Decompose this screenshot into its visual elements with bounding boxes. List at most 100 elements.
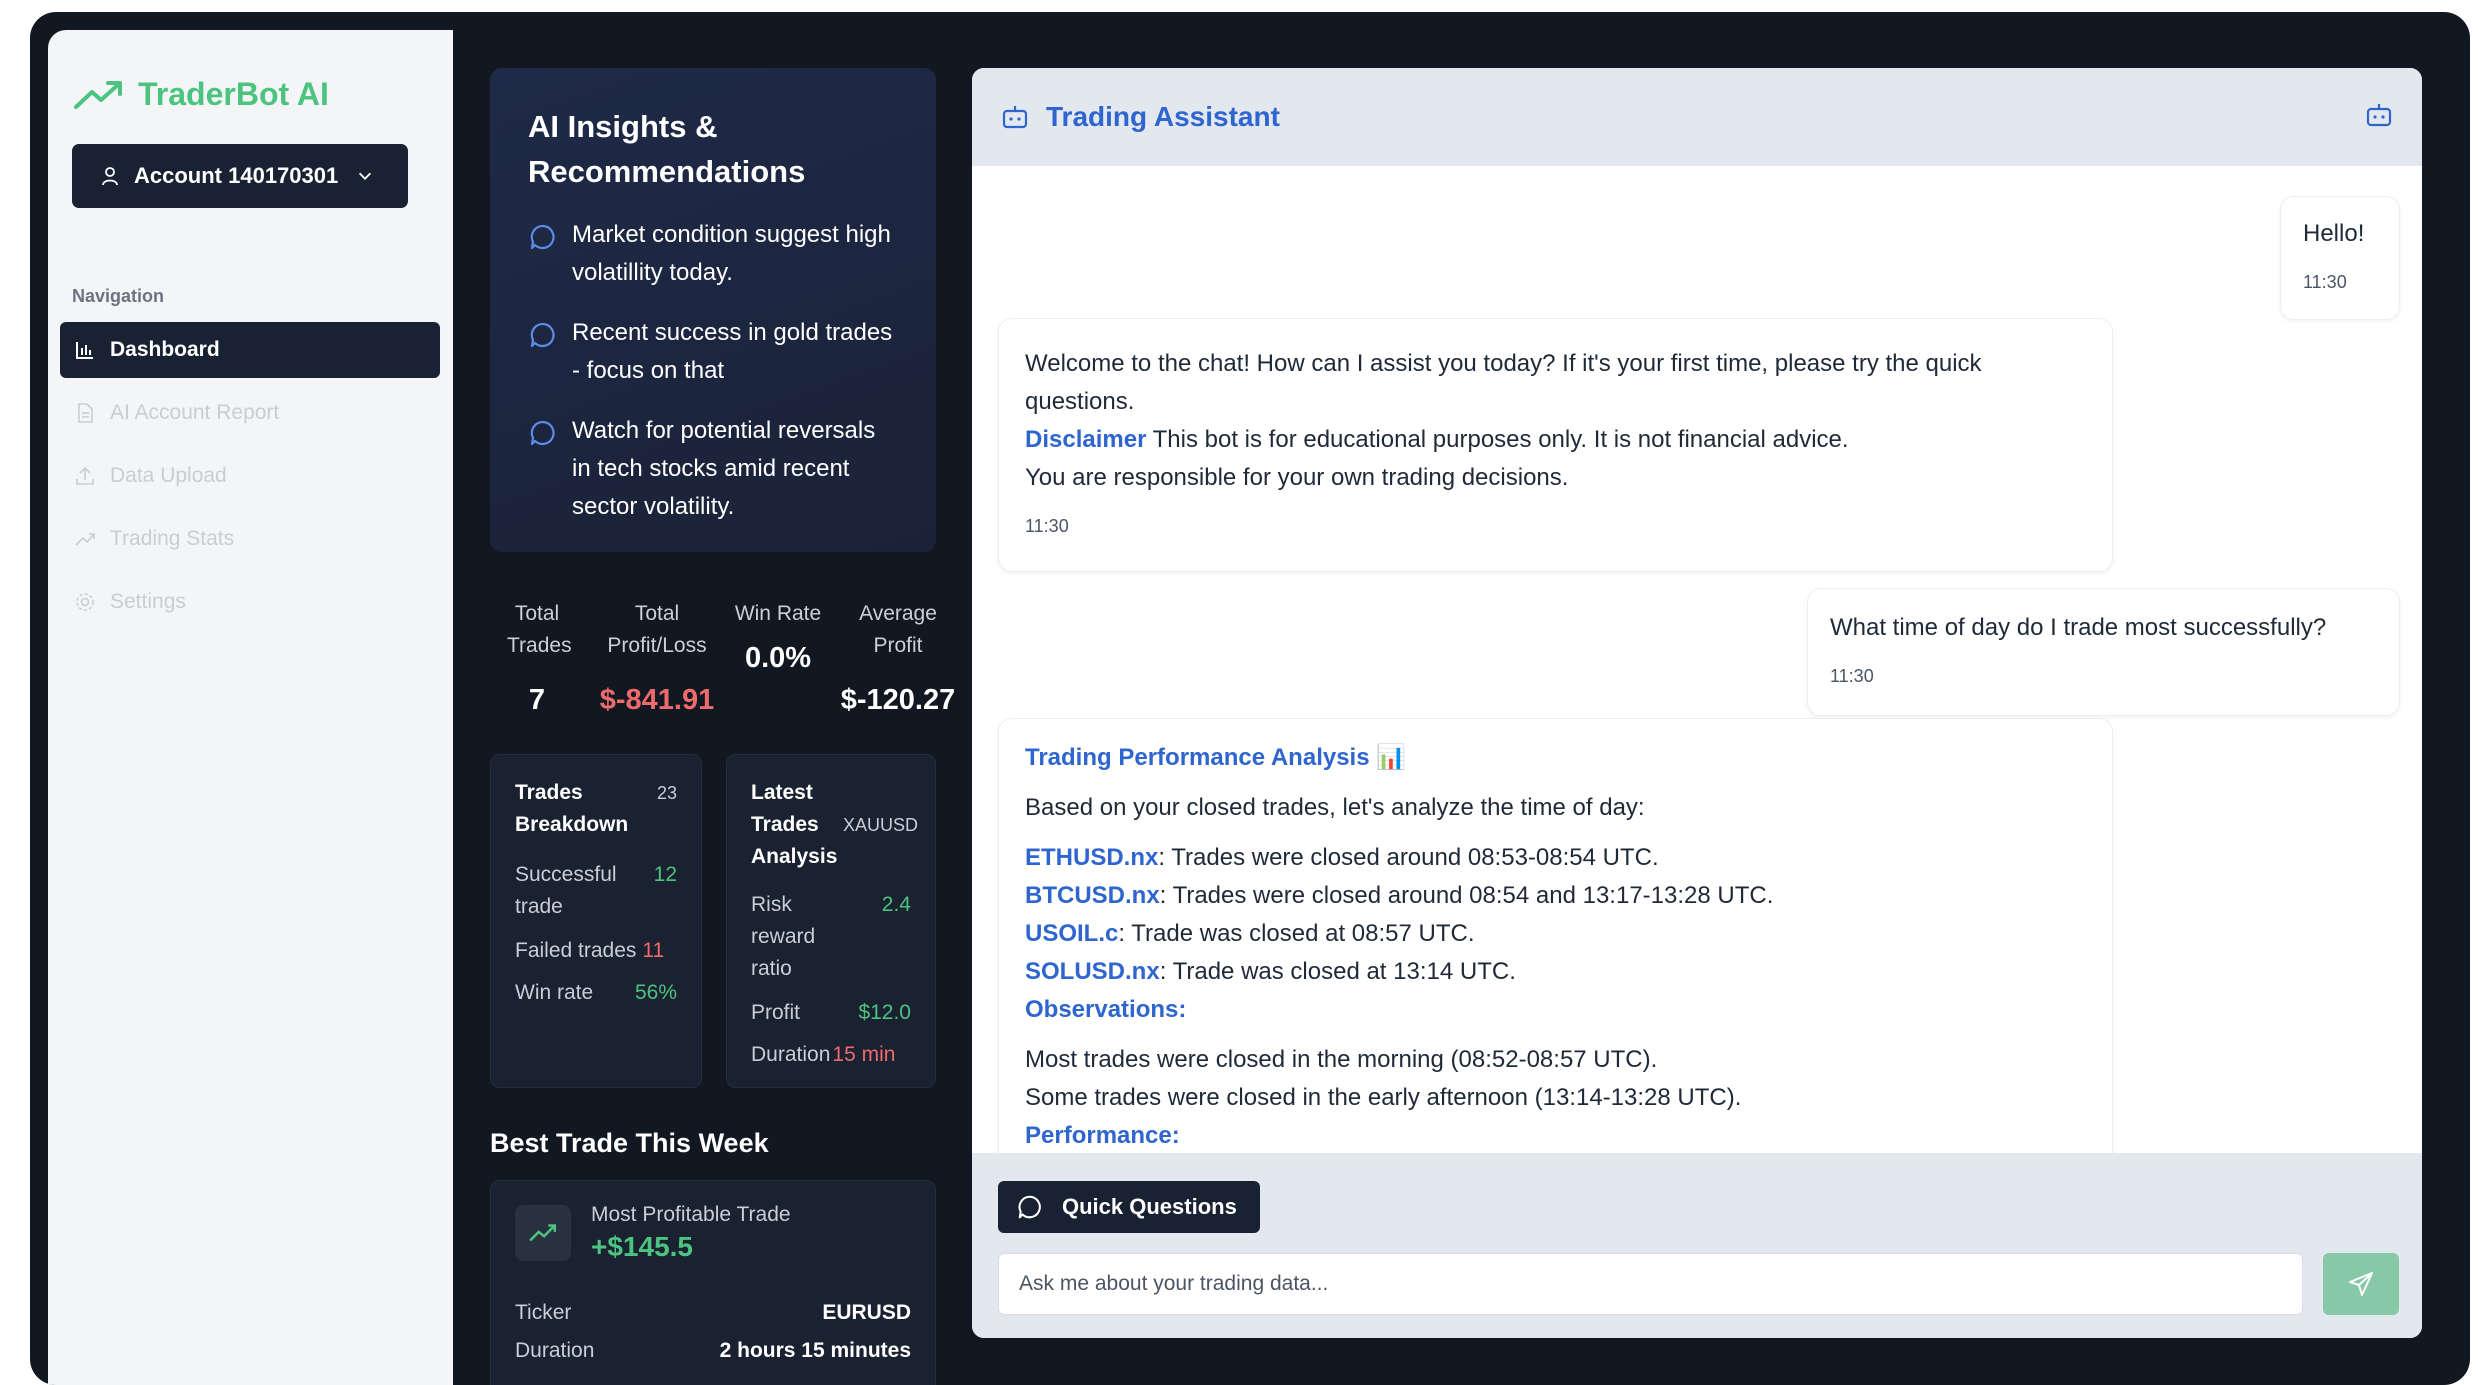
sidebar: TraderBot AI Account 140170301 Navigatio… — [48, 30, 453, 1385]
duration-value: 15 min — [832, 1043, 896, 1066]
user-message: What time of day do I trade most success… — [1807, 588, 2400, 716]
sidebar-item-data-upload[interactable]: Data Upload — [60, 448, 440, 504]
latest-ticker: XAUUSD — [843, 814, 919, 835]
trending-up-icon — [529, 1224, 557, 1242]
best-trade-value: +$145.5 — [591, 1231, 693, 1262]
message-circle-icon — [530, 420, 555, 446]
brand[interactable]: TraderBot AI — [74, 76, 329, 113]
stat-value: 7 — [528, 684, 546, 716]
profit-label: Profit — [751, 1001, 801, 1024]
trading-assistant-panel: Trading Assistant Hello! 11:30 Welcome t… — [972, 68, 2422, 1338]
bot-menu-button[interactable] — [2364, 100, 2394, 135]
ticker-link[interactable]: SOLUSD.nx — [1025, 958, 1160, 985]
nav-heading: Navigation — [72, 286, 165, 306]
failed-value: 11 — [642, 939, 665, 962]
brand-name: TraderBot AI — [138, 76, 329, 112]
disclaimer-line: Disclaimer This bot is for educational p… — [1025, 421, 2086, 459]
disclaimer-label: Disclaimer — [1025, 426, 1147, 453]
best-trade-label: Most Profitable Trade — [591, 1203, 791, 1226]
row-text: : Trades were closed around 08:53-08:54 … — [1158, 844, 1659, 871]
chat-title: Trading Assistant — [1000, 101, 1280, 133]
chevron-down-icon — [359, 172, 372, 180]
insight-item: Market condition suggest high volatillit… — [528, 216, 898, 292]
stat-total-trades: Total Trades 7 — [490, 598, 584, 716]
sidebar-item-label: AI Account Report — [110, 401, 280, 424]
message-circle-icon — [1018, 1195, 1041, 1219]
duration-value: 2 hours 15 minutes — [719, 1339, 911, 1362]
analysis-row: USOIL.c: Trade was closed at 08:57 UTC. — [1025, 915, 2086, 953]
successful-label: Successful trade — [515, 863, 617, 918]
best-trade-card: Most Profitable Trade +$145.5 Ticker EUR… — [490, 1180, 936, 1385]
file-icon — [78, 403, 93, 423]
message-text: Hello! — [2303, 220, 2365, 247]
chat-title-text: Trading Assistant — [1046, 101, 1280, 132]
message-text: What time of day do I trade most success… — [1830, 614, 2327, 641]
sidebar-item-settings[interactable]: Settings — [60, 574, 440, 630]
account-selector[interactable]: Account 140170301 — [72, 144, 408, 208]
latest-trades-card: Latest Trades Analysis XAUUSD Risk rewar… — [726, 754, 936, 1088]
stat-value: $-120.27 — [840, 684, 956, 716]
stat-label: Win Rate — [734, 602, 822, 625]
ticker-link[interactable]: USOIL.c — [1025, 920, 1118, 947]
send-button[interactable] — [2323, 1253, 2399, 1315]
message-time: 11:30 — [1025, 516, 1069, 536]
account-label: Account 140170301 — [134, 163, 339, 188]
stat-label: Total Trades — [507, 602, 572, 657]
message-circle-icon — [530, 224, 555, 250]
duration-label: Duration — [515, 1339, 595, 1362]
latest-title: Latest Trades Analysis — [751, 781, 838, 868]
performance-heading: Performance: — [1025, 1122, 1180, 1149]
insight-text: Watch for potential reversals in tech st… — [572, 417, 876, 520]
chat-header: Trading Assistant — [972, 68, 2422, 166]
insight-item: Watch for potential reversals in tech st… — [528, 412, 898, 526]
quick-questions-button[interactable]: Quick Questions — [998, 1181, 1260, 1233]
chat-input[interactable] — [998, 1253, 2303, 1315]
message-text: Welcome to the chat! How can I assist yo… — [1025, 350, 1982, 415]
stat-average-profit: Average Profit $-120.27 — [828, 598, 968, 716]
stat-label: Average Profit — [859, 602, 937, 657]
win-rate-label: Win rate — [515, 981, 594, 1004]
sidebar-item-dashboard[interactable]: Dashboard — [60, 322, 440, 378]
trades-breakdown-card: Trades Breakdown 23 Successful trade 12 … — [490, 754, 702, 1088]
stat-label: Total Profit/Loss — [607, 602, 707, 657]
sidebar-item-trading-stats[interactable]: Trading Stats — [60, 511, 440, 567]
breakdown-count: 23 — [656, 783, 677, 803]
message-time: 11:30 — [1830, 666, 1874, 686]
ai-insights-card: AI Insights & Recommendations Market con… — [490, 68, 936, 552]
trend-badge — [515, 1205, 571, 1261]
stat-win-rate: Win Rate 0.0% — [728, 598, 828, 674]
ticker-link[interactable]: ETHUSD.nx — [1025, 844, 1158, 871]
win-rate-value: 56% — [634, 981, 677, 1004]
ticker-value: EURUSD — [822, 1301, 911, 1324]
profit-value: $12.0 — [858, 1001, 911, 1024]
successful-value: 12 — [653, 863, 677, 886]
risk-reward-label: Risk reward ratio — [751, 893, 816, 980]
stat-value: $-841.91 — [599, 684, 715, 716]
trending-up-icon — [74, 80, 122, 109]
chat-footer: Quick Questions — [972, 1153, 2422, 1338]
analysis-intro: Based on your closed trades, let's analy… — [1025, 794, 1645, 821]
sidebar-item-label: Data Upload — [110, 464, 227, 487]
sidebar-item-ai-account-report[interactable]: AI Account Report — [60, 385, 440, 441]
quick-questions-label: Quick Questions — [1062, 1194, 1237, 1219]
nav-list: Dashboard AI Account Report Data Upload … — [60, 322, 440, 637]
bot-message: Welcome to the chat! How can I assist yo… — [998, 318, 2113, 572]
sidebar-item-label: Trading Stats — [110, 527, 235, 550]
user-icon — [102, 167, 118, 186]
message-text: You are responsible for your own trading… — [1025, 464, 1569, 491]
sidebar-item-label: Dashboard — [110, 338, 220, 361]
observation-text: Some trades were closed in the early aft… — [1025, 1084, 1742, 1111]
user-message: Hello! 11:30 — [2280, 196, 2400, 320]
message-circle-icon — [530, 322, 555, 348]
duration-label: Duration — [751, 1043, 831, 1066]
row-text: : Trade was closed at 08:57 UTC. — [1118, 920, 1475, 947]
ticker-link[interactable]: BTCUSD.nx — [1025, 882, 1160, 909]
bar-chart-icon — [76, 342, 93, 359]
risk-reward-value: 2.4 — [881, 893, 911, 916]
bot-icon — [1002, 106, 1028, 129]
disclaimer-text: This bot is for educational purposes onl… — [1146, 426, 1849, 453]
insight-text: Market condition suggest high volatillit… — [572, 221, 891, 286]
observation-text: Most trades were closed in the morning (… — [1025, 1046, 1658, 1073]
app-window: TraderBot AI Account 140170301 Navigatio… — [30, 12, 2470, 1385]
bot-icon — [2366, 103, 2392, 126]
